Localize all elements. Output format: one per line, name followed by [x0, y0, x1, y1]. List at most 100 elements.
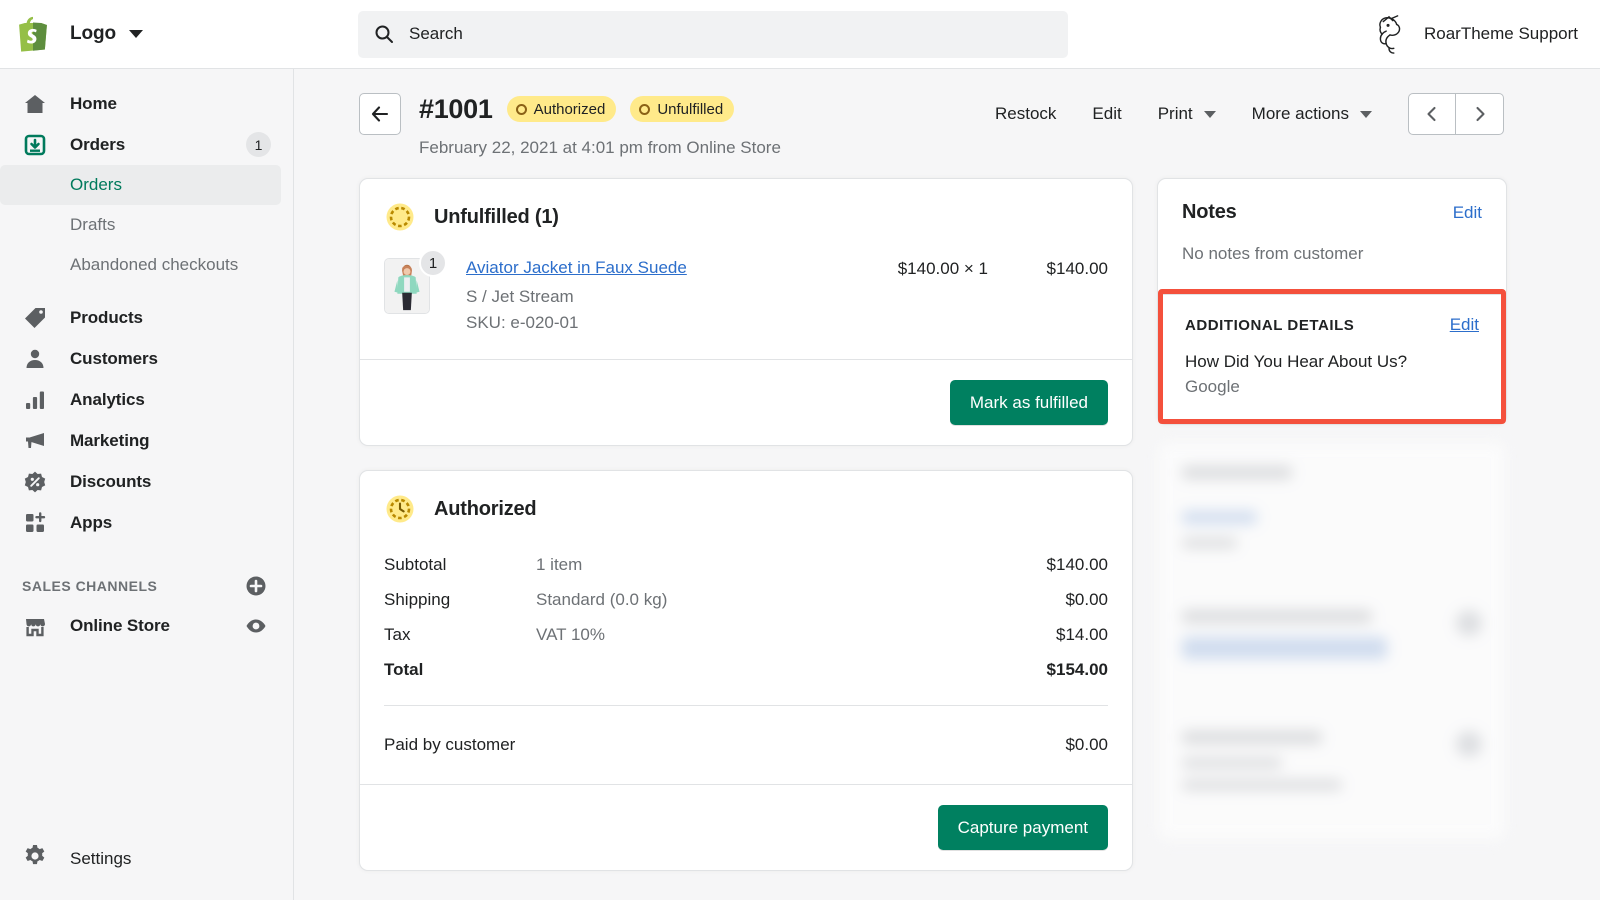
apps-grid-plus-icon — [22, 510, 48, 536]
page-header: #1001 Authorized Unfulfilled February 22… — [295, 69, 1600, 158]
notes-card: Notes Edit No notes from customer ADDITI… — [1157, 178, 1507, 425]
home-icon — [22, 91, 48, 117]
product-link[interactable]: Aviator Jacket in Faux Suede — [466, 258, 813, 278]
orders-inbox-icon — [22, 132, 48, 158]
sidebar-subitem-label: Abandoned checkouts — [70, 255, 239, 274]
sidebar-item-settings[interactable]: Settings — [0, 843, 294, 874]
back-button[interactable] — [359, 93, 401, 135]
fulfillment-card-header: Unfulfilled (1) — [360, 179, 1132, 233]
payment-card-title: Authorized — [434, 497, 537, 520]
sidebar-item-discounts[interactable]: Discounts — [0, 461, 293, 502]
left-column: Unfulfilled (1) 1 Aviator Jacket in Faux… — [359, 178, 1133, 871]
sidebar-item-label: Online Store — [70, 615, 170, 635]
top-bar: Logo Search RoarTheme Support — [0, 0, 1600, 69]
restock-button[interactable]: Restock — [977, 94, 1074, 134]
print-button[interactable]: Print — [1140, 94, 1234, 134]
payment-totals: Subtotal 1 item $140.00 Shipping Standar… — [360, 525, 1132, 710]
additional-details-highlight: ADDITIONAL DETAILS Edit How Did You Hear… — [1158, 289, 1506, 424]
brand-label: Logo — [70, 23, 117, 44]
action-label: Edit — [1092, 104, 1122, 123]
total-label: Shipping — [384, 589, 451, 609]
header-actions: Restock Edit Print More actions — [977, 93, 1504, 135]
total-row-subtotal: Subtotal 1 item $140.00 — [384, 547, 1108, 582]
sales-channels-title: SALES CHANNELS — [22, 578, 158, 594]
additional-details-title: ADDITIONAL DETAILS — [1185, 316, 1355, 334]
sidebar-item-label: Orders — [70, 134, 126, 154]
user-name: RoarTheme Support — [1423, 24, 1578, 43]
sidebar-item-label: Products — [70, 307, 143, 327]
sidebar-item-home[interactable]: Home — [0, 83, 293, 124]
total-description: VAT 10% — [536, 624, 605, 644]
sidebar-item-analytics[interactable]: Analytics — [0, 379, 293, 420]
next-order-button[interactable] — [1456, 93, 1504, 135]
sidebar-subitem-drafts[interactable]: Drafts — [0, 205, 281, 245]
chevron-down-icon — [1203, 110, 1216, 118]
total-label: Tax — [384, 624, 411, 644]
brand-area[interactable]: Logo — [0, 16, 294, 52]
additional-details-answer: Google — [1185, 377, 1240, 396]
analytics-bars-icon — [22, 387, 48, 413]
status-dot-icon — [515, 103, 527, 115]
total-description: 1 item — [536, 554, 583, 574]
blurred-customer-card — [1157, 441, 1507, 841]
paid-value: $0.00 — [1065, 734, 1108, 754]
sidebar-item-products[interactable]: Products — [0, 297, 293, 338]
sidebar-item-label: Customers — [70, 348, 158, 368]
line-item-total: $140.00 — [1046, 259, 1108, 278]
notes-edit-link[interactable]: Edit — [1453, 203, 1482, 223]
status-badge-label: Unfulfilled — [657, 100, 724, 118]
mark-as-fulfilled-button[interactable]: Mark as fulfilled — [949, 380, 1108, 425]
sidebar-subitem-abandoned-checkouts[interactable]: Abandoned checkouts — [0, 245, 281, 285]
authorized-clock-icon — [386, 495, 414, 523]
shopify-bag-icon — [19, 16, 47, 52]
capture-payment-button[interactable]: Capture payment — [937, 805, 1108, 850]
search-area: Search — [358, 10, 1068, 58]
sidebar-item-label: Apps — [70, 512, 113, 532]
sidebar-item-label: Home — [70, 93, 117, 113]
total-value: $140.00 — [1046, 554, 1108, 574]
chevron-down-icon[interactable] — [129, 30, 144, 38]
additional-details-edit-link[interactable]: Edit — [1450, 315, 1479, 335]
additional-details-section: ADDITIONAL DETAILS Edit How Did You Hear… — [1163, 294, 1501, 419]
sidebar: Home Orders 1 Orders Drafts Abandoned ch… — [0, 69, 294, 900]
sidebar-item-label: Analytics — [70, 389, 145, 409]
main-content: #1001 Authorized Unfulfilled February 22… — [295, 69, 1600, 900]
fulfillment-card-footer: Mark as fulfilled — [360, 359, 1132, 445]
sidebar-subitem-label: Orders — [70, 175, 122, 194]
sidebar-item-customers[interactable]: Customers — [0, 338, 293, 379]
more-actions-button[interactable]: More actions — [1234, 94, 1390, 134]
sidebar-item-orders[interactable]: Orders 1 — [0, 124, 293, 165]
fulfillment-card: Unfulfilled (1) 1 Aviator Jacket in Faux… — [359, 178, 1133, 446]
sidebar-subitem-orders[interactable]: Orders — [0, 165, 281, 205]
products-tag-icon — [22, 305, 48, 331]
storefront-icon — [22, 613, 48, 639]
line-item-info: Aviator Jacket in Faux Suede S / Jet Str… — [466, 258, 813, 333]
product-variant: S / Jet Stream — [466, 287, 574, 306]
search-input[interactable]: Search — [358, 10, 1068, 58]
chevron-left-icon — [1427, 106, 1436, 122]
edit-button[interactable]: Edit — [1074, 94, 1139, 134]
sidebar-item-marketing[interactable]: Marketing — [0, 420, 293, 461]
product-thumbnail-wrap: 1 — [384, 249, 447, 314]
user-menu[interactable]: RoarTheme Support — [1368, 12, 1578, 56]
payment-card: Authorized Subtotal 1 item $140.00 Shipp… — [359, 470, 1133, 871]
status-dot-icon — [639, 103, 651, 115]
total-value: $0.00 — [1065, 589, 1108, 609]
title-row: #1001 Authorized Unfulfilled — [419, 91, 781, 127]
customers-person-icon — [22, 346, 48, 372]
sidebar-item-apps[interactable]: Apps — [0, 502, 293, 543]
paid-label: Paid by customer — [384, 734, 516, 754]
status-badge-unfulfilled: Unfulfilled — [630, 96, 735, 122]
sidebar-item-online-store[interactable]: Online Store — [0, 605, 293, 646]
eye-icon[interactable] — [245, 615, 267, 637]
plus-circle-icon[interactable] — [245, 575, 267, 597]
right-column: Notes Edit No notes from customer ADDITI… — [1157, 178, 1507, 871]
product-sku: SKU: e-020-01 — [466, 313, 579, 332]
total-label: Total — [384, 659, 424, 679]
total-row-total: Total $154.00 — [384, 652, 1108, 687]
orders-count-badge: 1 — [246, 132, 271, 157]
additional-details-question: How Did You Hear About Us? — [1185, 352, 1408, 371]
previous-order-button[interactable] — [1408, 93, 1456, 135]
total-description: Standard (0.0 kg) — [536, 589, 668, 609]
action-label: Restock — [994, 104, 1057, 123]
